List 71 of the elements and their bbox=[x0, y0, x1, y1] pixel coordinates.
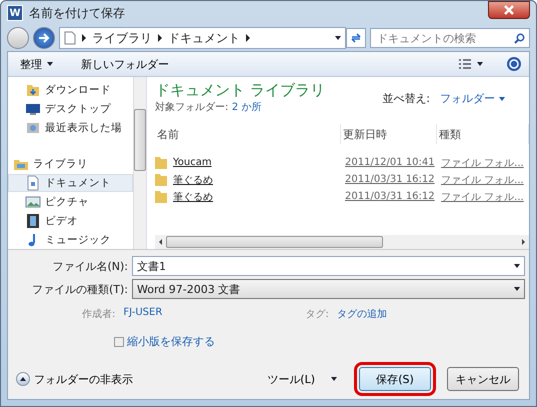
download-icon bbox=[25, 82, 41, 98]
filetype-dropdown[interactable]: Word 97-2003 文書 bbox=[132, 279, 525, 299]
author-value[interactable]: FJ-USER bbox=[123, 307, 162, 321]
date-cell-text: 2011/03/31 16:12 bbox=[344, 174, 436, 185]
cancel-button[interactable]: キャンセル bbox=[447, 367, 519, 391]
back-button[interactable] bbox=[7, 27, 29, 49]
desktop-icon bbox=[25, 101, 41, 118]
scrollbar[interactable] bbox=[133, 77, 146, 249]
type-cell-text: ファイル フォル... bbox=[440, 156, 525, 170]
close-icon bbox=[504, 5, 514, 15]
sort-label: 並べ替え: bbox=[382, 91, 430, 106]
arrow-icon bbox=[38, 33, 50, 43]
organize-button[interactable]: 整理 bbox=[16, 54, 57, 74]
checkbox-label: 縮小版を保存する bbox=[127, 334, 215, 349]
document-icon bbox=[64, 31, 76, 45]
type-cell-text: ファイル フォル... bbox=[440, 190, 525, 204]
refresh-button[interactable] bbox=[346, 28, 366, 48]
new-folder-button[interactable]: 新しいフォルダー bbox=[77, 54, 173, 74]
search-field[interactable]: ドキュメントの検索 bbox=[370, 28, 530, 48]
folder-icon bbox=[155, 173, 167, 186]
author-label: 作成者: bbox=[82, 308, 116, 321]
nav-item[interactable]: ビデオ bbox=[8, 211, 133, 230]
nav-item[interactable]: 最近表示した場 bbox=[8, 118, 133, 138]
breadcrumb-item[interactable]: ライブラリ bbox=[92, 30, 152, 46]
filetype-label: ファイルの種類(T): bbox=[30, 282, 129, 296]
nav-item[interactable]: ライブラリ bbox=[8, 154, 133, 174]
word-icon: W bbox=[7, 5, 23, 21]
chevron-icon bbox=[82, 34, 86, 42]
chevron-icon bbox=[246, 34, 250, 42]
tags-link[interactable]: タグの追加 bbox=[336, 307, 387, 321]
column-header[interactable]: 名前 bbox=[155, 124, 341, 144]
help-button[interactable] bbox=[507, 57, 521, 71]
sort-dropdown[interactable]: フォルダー bbox=[440, 91, 505, 106]
nav-item[interactable]: ミュージック bbox=[8, 230, 133, 249]
file-name[interactable]: Youcam bbox=[155, 156, 341, 169]
hide-folders-button[interactable]: フォルダーの非表示 bbox=[16, 372, 133, 386]
video-icon bbox=[25, 212, 41, 229]
folder-icon bbox=[155, 156, 167, 169]
address-bar[interactable]: ライブラリ ドキュメント bbox=[59, 27, 346, 49]
search-icon bbox=[514, 32, 525, 44]
column-header[interactable]: 種類 bbox=[437, 124, 529, 144]
close-button[interactable] bbox=[488, 1, 530, 19]
date-cell-text: 2011/03/31 16:12 bbox=[344, 191, 436, 202]
nav-item[interactable]: ドキュメント bbox=[8, 174, 133, 192]
target-link[interactable]: 2 か所 bbox=[232, 102, 262, 113]
file-name[interactable]: 筆ぐるめ bbox=[155, 190, 341, 204]
refresh-icon bbox=[350, 33, 362, 43]
picture-icon bbox=[25, 194, 41, 210]
tools-button[interactable]: ツール(L) bbox=[261, 370, 343, 388]
folder-icon bbox=[155, 190, 167, 203]
nav-item[interactable]: ピクチャ bbox=[8, 192, 133, 212]
forward-button[interactable] bbox=[33, 27, 55, 49]
nav-item[interactable]: デスクトップ bbox=[8, 100, 133, 119]
nav-item[interactable]: ダウンロード bbox=[8, 81, 133, 100]
date-cell-text: 2011/12/01 10:41 bbox=[344, 157, 436, 168]
dropdown-icon[interactable] bbox=[335, 36, 341, 40]
list-icon bbox=[458, 58, 472, 70]
document-icon bbox=[25, 174, 41, 191]
library-title: ドキュメント ライブラリ bbox=[155, 81, 325, 100]
chevron-icon bbox=[158, 34, 162, 42]
file-name[interactable]: 筆ぐるめ bbox=[155, 172, 341, 186]
tags-label: タグ: bbox=[306, 308, 329, 321]
horizontal-scrollbar[interactable] bbox=[155, 235, 529, 249]
filename-label: ファイル名(N): bbox=[51, 258, 129, 274]
target-label: 対象フォルダー: bbox=[155, 102, 228, 113]
filename-field[interactable]: 文書1 bbox=[132, 256, 525, 276]
breadcrumb-item[interactable]: ドキュメント bbox=[168, 30, 240, 46]
column-header[interactable]: 更新日時 bbox=[341, 124, 437, 144]
checkbox[interactable] bbox=[114, 336, 124, 346]
type-cell-text: ファイル フォル... bbox=[440, 174, 525, 186]
window-title: 名前を付けて保存 bbox=[29, 4, 126, 22]
